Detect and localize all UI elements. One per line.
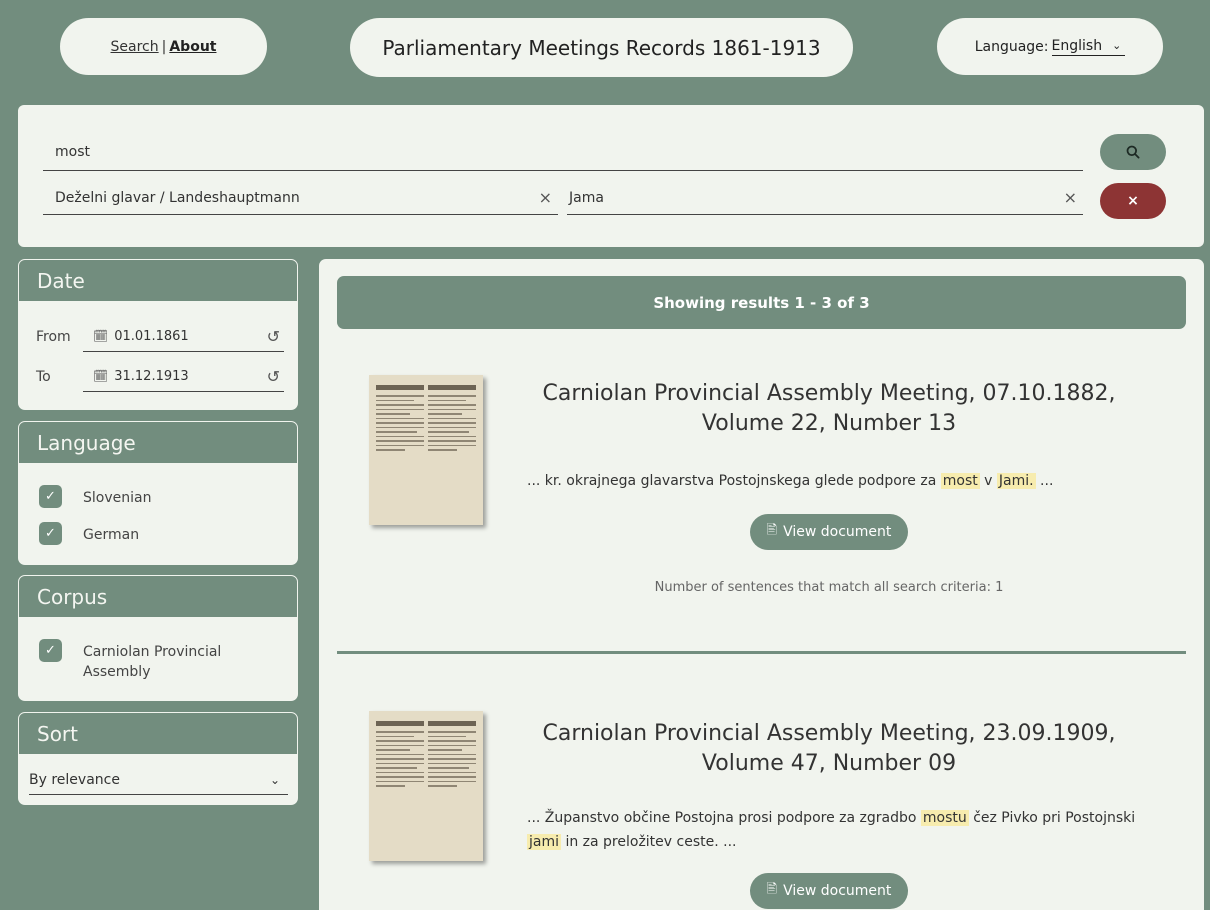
result-divider: [337, 651, 1186, 654]
sort-filter: Sort By relevance ⌄: [18, 712, 298, 805]
about-link[interactable]: About: [169, 39, 216, 55]
speaker-value: Deželni glavar / Landeshauptmann: [55, 189, 300, 206]
clear-all-button[interactable]: ×: [1100, 183, 1166, 219]
snippet-highlight: jami: [527, 834, 561, 850]
language-dropdown[interactable]: English ⌄: [1051, 37, 1126, 56]
sort-select[interactable]: By relevance ⌄: [29, 765, 288, 795]
snippet-text: čez Pivko pri Postojnski: [968, 810, 1136, 826]
document-thumbnail[interactable]: [369, 711, 483, 861]
search-button[interactable]: [1100, 134, 1166, 170]
nav-separator: |: [161, 38, 167, 55]
results-panel: Showing results 1 - 3 of 3 Carniolan Pro…: [319, 259, 1204, 910]
language-option-label: German: [83, 527, 140, 543]
date-to-input[interactable]: 🗓 31.12.1913 ↺: [83, 362, 284, 392]
nav-pill: Search | About: [60, 18, 267, 75]
corpus-filter: Corpus ✓ Carniolan Provincial Assembly: [18, 575, 298, 701]
calendar-icon: 🗓: [93, 329, 109, 343]
language-option-slovenian[interactable]: ✓ Slovenian: [39, 485, 243, 508]
language-option-german[interactable]: ✓ German: [39, 522, 243, 545]
snippet-highlight: Jami.: [996, 473, 1036, 489]
date-from-value: 01.01.1861: [114, 329, 189, 344]
date-to-label: To: [36, 369, 51, 385]
clear-place-icon[interactable]: ×: [1064, 188, 1077, 207]
language-label: Language:: [974, 38, 1049, 55]
view-document-label: View document: [783, 883, 892, 899]
language-filter: Language ✓ Slovenian ✓ German: [18, 421, 298, 565]
language-selector: Language: English ⌄: [937, 18, 1163, 75]
date-from-row: From 🗓 01.01.1861 ↺: [29, 322, 284, 352]
snippet-text: ... Županstvo občine Postojna prosi podp…: [527, 810, 921, 826]
speaker-input[interactable]: Deželni glavar / Landeshauptmann ×: [43, 181, 558, 215]
chevron-down-icon: ⌄: [1112, 39, 1122, 52]
view-document-button[interactable]: 🖹 View document: [750, 873, 908, 909]
reset-icon[interactable]: ↺: [267, 327, 280, 346]
query-value: most: [55, 143, 90, 160]
corpus-option-label: Carniolan Provincial Assembly: [83, 644, 222, 680]
place-value: Jama: [569, 189, 604, 206]
corpus-filter-title: Corpus: [19, 576, 297, 617]
date-from-label: From: [36, 329, 71, 345]
reset-icon[interactable]: ↺: [267, 367, 280, 386]
pdf-icon: 🖹: [766, 882, 778, 897]
clear-speaker-icon[interactable]: ×: [539, 188, 552, 207]
corpus-option[interactable]: ✓ Carniolan Provincial Assembly: [39, 639, 243, 682]
query-input[interactable]: most: [43, 133, 1083, 171]
result-snippet: ... kr. okrajnega glavarstva Postojnskeg…: [527, 469, 1167, 493]
view-document-label: View document: [783, 524, 892, 540]
checkbox-checked-icon[interactable]: ✓: [39, 522, 62, 545]
date-from-input[interactable]: 🗓 01.01.1861 ↺: [83, 322, 284, 352]
snippet-text: ...: [1035, 473, 1054, 489]
snippet-highlight: mostu: [920, 810, 969, 826]
search-panel: most Deželni glavar / Landeshauptmann × …: [18, 105, 1204, 247]
language-value: English: [1051, 37, 1103, 54]
search-icon: [1126, 145, 1140, 159]
result-snippet: ... Županstvo občine Postojna prosi podp…: [527, 806, 1167, 854]
close-icon: ×: [1127, 193, 1139, 209]
date-filter-title: Date: [19, 260, 297, 301]
view-document-button[interactable]: 🖹 View document: [750, 514, 908, 550]
result-title[interactable]: Carniolan Provincial Assembly Meeting, 0…: [509, 379, 1149, 439]
checkbox-checked-icon[interactable]: ✓: [39, 639, 62, 662]
language-option-label: Slovenian: [83, 490, 152, 506]
snippet-highlight: most: [940, 473, 980, 489]
sort-value: By relevance: [29, 771, 120, 788]
document-thumbnail[interactable]: [369, 375, 483, 525]
date-to-row: To 🗓 31.12.1913 ↺: [29, 362, 284, 392]
sort-title: Sort: [19, 713, 297, 754]
date-filter: Date From 🗓 01.01.1861 ↺ To 🗓 31.12.1913 ↺: [18, 259, 298, 410]
snippet-text: ... kr. okrajnega glavarstva Postojnskeg…: [527, 473, 941, 489]
match-count: Number of sentences that match all searc…: [654, 580, 1004, 595]
language-filter-title: Language: [19, 422, 297, 463]
result-title[interactable]: Carniolan Provincial Assembly Meeting, 2…: [509, 719, 1149, 779]
page-title: Parliamentary Meetings Records 1861-1913: [350, 18, 853, 77]
calendar-icon: 🗓: [93, 369, 109, 383]
date-to-value: 31.12.1913: [114, 369, 189, 384]
place-input[interactable]: Jama ×: [567, 181, 1083, 215]
search-link[interactable]: Search: [111, 39, 159, 55]
pdf-icon: 🖹: [766, 523, 778, 538]
chevron-down-icon: ⌄: [269, 772, 280, 787]
results-summary: Showing results 1 - 3 of 3: [337, 276, 1186, 329]
snippet-text: v: [979, 473, 997, 489]
snippet-text: in za preložitev ceste. ...: [561, 834, 737, 850]
checkbox-checked-icon[interactable]: ✓: [39, 485, 62, 508]
